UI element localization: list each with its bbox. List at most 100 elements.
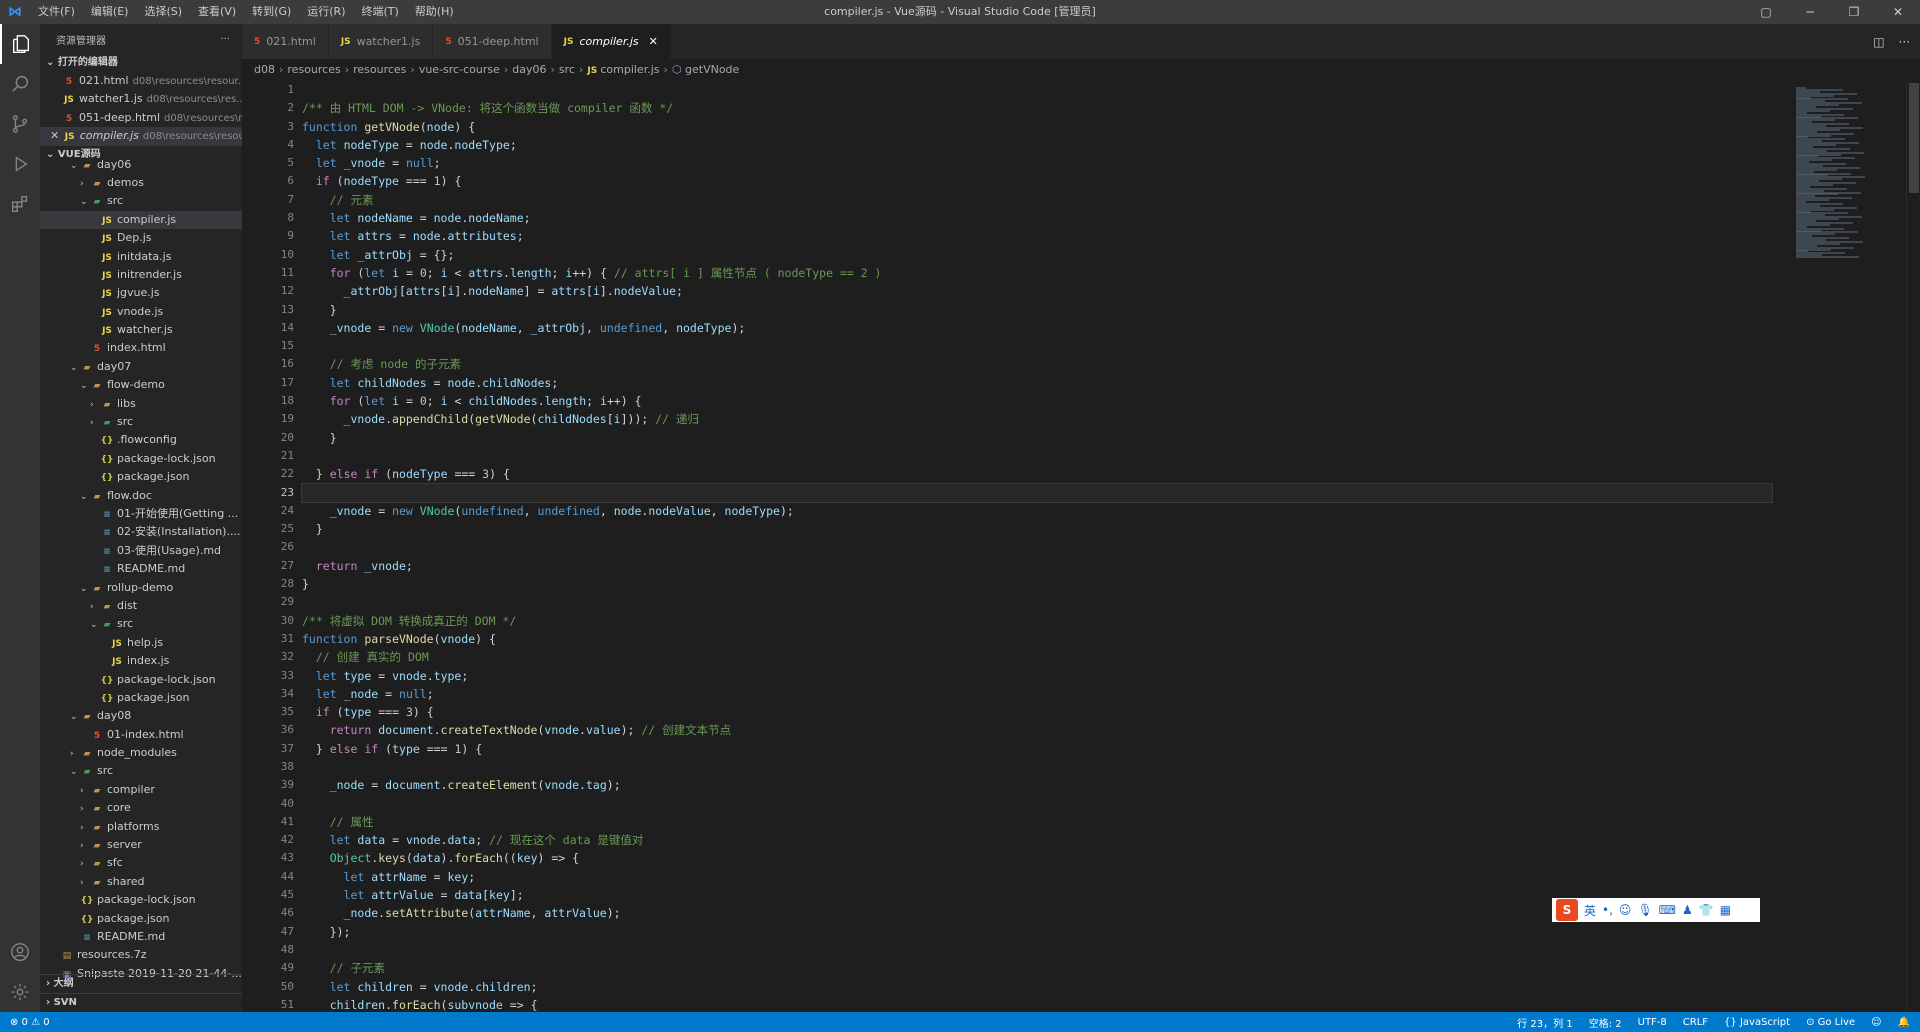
go-live-button[interactable]: ⊙ Go Live: [1806, 1017, 1855, 1028]
code-line[interactable]: } else if (nodeType === 3) {: [302, 465, 1752, 483]
code-line[interactable]: let _attrObj = {};: [302, 246, 1752, 264]
outline-section-header[interactable]: › 大纲: [40, 974, 242, 993]
tree-item[interactable]: 5 01-index.html: [40, 726, 242, 744]
chevron-right-icon[interactable]: ›: [80, 874, 90, 891]
breadcrumb-item[interactable]: getVNode: [685, 63, 739, 76]
line-ending[interactable]: CRLF: [1683, 1017, 1708, 1028]
tree-item[interactable]: ⌄ ▰ src: [40, 762, 242, 780]
tree-item[interactable]: › ▰ compiler: [40, 781, 242, 799]
code-line[interactable]: [302, 941, 1752, 959]
scrollbar-thumb[interactable]: [1909, 83, 1919, 193]
code-line[interactable]: for (let i = 0; i < childNodes.length; i…: [302, 392, 1752, 410]
encoding[interactable]: UTF-8: [1638, 1017, 1667, 1028]
chevron-down-icon[interactable]: ⌄: [80, 488, 90, 505]
code-line[interactable]: [302, 81, 1752, 99]
tree-item[interactable]: ≡ README.md: [40, 560, 242, 578]
code-line[interactable]: _node.setAttribute(attrName, attrValue);: [302, 904, 1752, 922]
code-line[interactable]: [302, 795, 1752, 813]
settings-gear-icon[interactable]: [0, 972, 40, 1012]
chevron-right-icon[interactable]: ›: [80, 819, 90, 836]
breadcrumb-item[interactable]: vue-src-course: [419, 63, 500, 76]
tree-item[interactable]: › ▰ src: [40, 413, 242, 431]
code-line[interactable]: }: [302, 301, 1752, 319]
breadcrumb-item[interactable]: src: [559, 63, 575, 76]
code-line[interactable]: /** 由 HTML DOM -> VNode: 将这个函数当做 compile…: [302, 99, 1752, 117]
tree-item[interactable]: {} .flowconfig: [40, 431, 242, 449]
code-line[interactable]: [302, 593, 1752, 611]
chevron-down-icon[interactable]: ⌄: [70, 359, 80, 376]
code-line[interactable]: return document.createTextNode(vnode.val…: [302, 721, 1752, 739]
code-line[interactable]: let attrValue = data[key];: [302, 886, 1752, 904]
code-line[interactable]: // 子元素: [302, 959, 1752, 977]
indentation[interactable]: 空格: 2: [1589, 1015, 1622, 1030]
warnings-count[interactable]: ⚠ 0: [31, 1017, 50, 1028]
more-actions-icon[interactable]: ···: [220, 34, 230, 45]
chevron-right-icon[interactable]: ›: [80, 837, 90, 854]
chevron-down-icon[interactable]: ⌄: [70, 763, 80, 780]
tree-item[interactable]: {} package.json: [40, 689, 242, 707]
code-line[interactable]: function getVNode(node) {: [302, 118, 1752, 136]
menu-item[interactable]: 文件(F): [30, 0, 83, 24]
code-line[interactable]: _node = document.createElement(vnode.tag…: [302, 776, 1752, 794]
code-line[interactable]: _attrObj[attrs[i].nodeName] = attrs[i].n…: [302, 282, 1752, 300]
menu-item[interactable]: 选择(S): [136, 0, 190, 24]
chevron-down-icon[interactable]: ⌄: [80, 193, 90, 210]
code-line[interactable]: // 属性: [302, 813, 1752, 831]
tree-item[interactable]: {} package-lock.json: [40, 891, 242, 909]
code-line[interactable]: // 元素: [302, 191, 1752, 209]
tree-item[interactable]: › ▰ demos: [40, 174, 242, 192]
code-line[interactable]: function parseVNode(vnode) {: [302, 630, 1752, 648]
tree-item[interactable]: ⌄ ▰ rollup-demo: [40, 579, 242, 597]
close-editor-icon[interactable]: ✕: [50, 129, 63, 142]
chevron-right-icon[interactable]: ›: [70, 745, 80, 762]
chevron-right-icon[interactable]: ›: [90, 396, 100, 413]
source-control-icon[interactable]: [0, 104, 40, 144]
chevron-down-icon[interactable]: ⌄: [80, 377, 90, 394]
tree-item[interactable]: JS vnode.js: [40, 303, 242, 321]
tree-item[interactable]: ⌄ ▰ day06: [40, 156, 242, 174]
breadcrumb-item[interactable]: resources: [353, 63, 406, 76]
tab-close-icon[interactable]: ✕: [649, 35, 658, 48]
tab-watcher1-js[interactable]: JS watcher1.js: [328, 24, 434, 59]
code-line[interactable]: let nodeType = node.nodeType;: [302, 136, 1752, 154]
tree-item[interactable]: JS initrender.js: [40, 266, 242, 284]
emoji-icon[interactable]: ☺: [1619, 903, 1632, 917]
tree-item[interactable]: JS Dep.js: [40, 229, 242, 247]
more-icon[interactable]: ···: [1899, 35, 1910, 49]
code-line[interactable]: let children = vnode.children;: [302, 978, 1752, 996]
chevron-right-icon[interactable]: ›: [80, 175, 90, 192]
code-line[interactable]: for (let i = 0; i < attrs.length; i++) {…: [302, 264, 1752, 282]
run-debug-icon[interactable]: [0, 144, 40, 184]
chevron-down-icon[interactable]: ⌄: [70, 708, 80, 725]
code-editor[interactable]: 1 2 3 4 5 6 7 8 9 10 11 12 13 14 15 16 17 18 19 20 21 22 23 24 2…: [242, 81, 1790, 1013]
microphone-icon[interactable]: 🎙: [1637, 903, 1652, 917]
code-line[interactable]: children.forEach(subvnode => {: [302, 996, 1752, 1013]
code-line[interactable]: _vnode = new VNode(nodeName, _attrObj, u…: [302, 319, 1752, 337]
code-line[interactable]: let childNodes = node.childNodes;: [302, 374, 1752, 392]
notifications-icon[interactable]: 🔔: [1898, 1017, 1910, 1028]
open-editor-item[interactable]: 5 051-deep.htmld08\resources\res...: [40, 109, 242, 127]
tab-051-deep-html[interactable]: 5 051-deep.html: [433, 24, 552, 59]
extensions-icon[interactable]: [0, 184, 40, 224]
language-mode[interactable]: {} JavaScript: [1724, 1017, 1790, 1028]
tree-item[interactable]: › ▰ libs: [40, 395, 242, 413]
keyboard-icon[interactable]: ⌨: [1659, 903, 1676, 917]
chevron-right-icon[interactable]: ›: [80, 855, 90, 872]
tree-item[interactable]: ⌄ ▰ src: [40, 192, 242, 210]
code-line[interactable]: [302, 447, 1752, 465]
code-line[interactable]: }: [302, 520, 1752, 538]
tree-item[interactable]: ▤ resources.7z: [40, 946, 242, 964]
errors-count[interactable]: ⊗ 0: [10, 1017, 28, 1028]
ime-punct[interactable]: •,: [1602, 903, 1613, 917]
code-line[interactable]: _vnode.appendChild(getVNode(childNodes[i…: [302, 410, 1752, 428]
chevron-right-icon[interactable]: ›: [80, 782, 90, 799]
ime-language[interactable]: 英: [1584, 902, 1596, 919]
code-line[interactable]: Object.keys(data).forEach((key) => {: [302, 849, 1752, 867]
tree-item[interactable]: › ▰ shared: [40, 873, 242, 891]
tree-item[interactable]: › ▰ node_modules: [40, 744, 242, 762]
tab-021-html[interactable]: 5 021.html: [242, 24, 329, 59]
tree-item[interactable]: 5 index.html: [40, 339, 242, 357]
tree-item[interactable]: ≡ 02-安装(Installation)....: [40, 523, 242, 541]
menu-item[interactable]: 查看(V): [190, 0, 244, 24]
close-window-button[interactable]: ✕: [1876, 0, 1920, 24]
